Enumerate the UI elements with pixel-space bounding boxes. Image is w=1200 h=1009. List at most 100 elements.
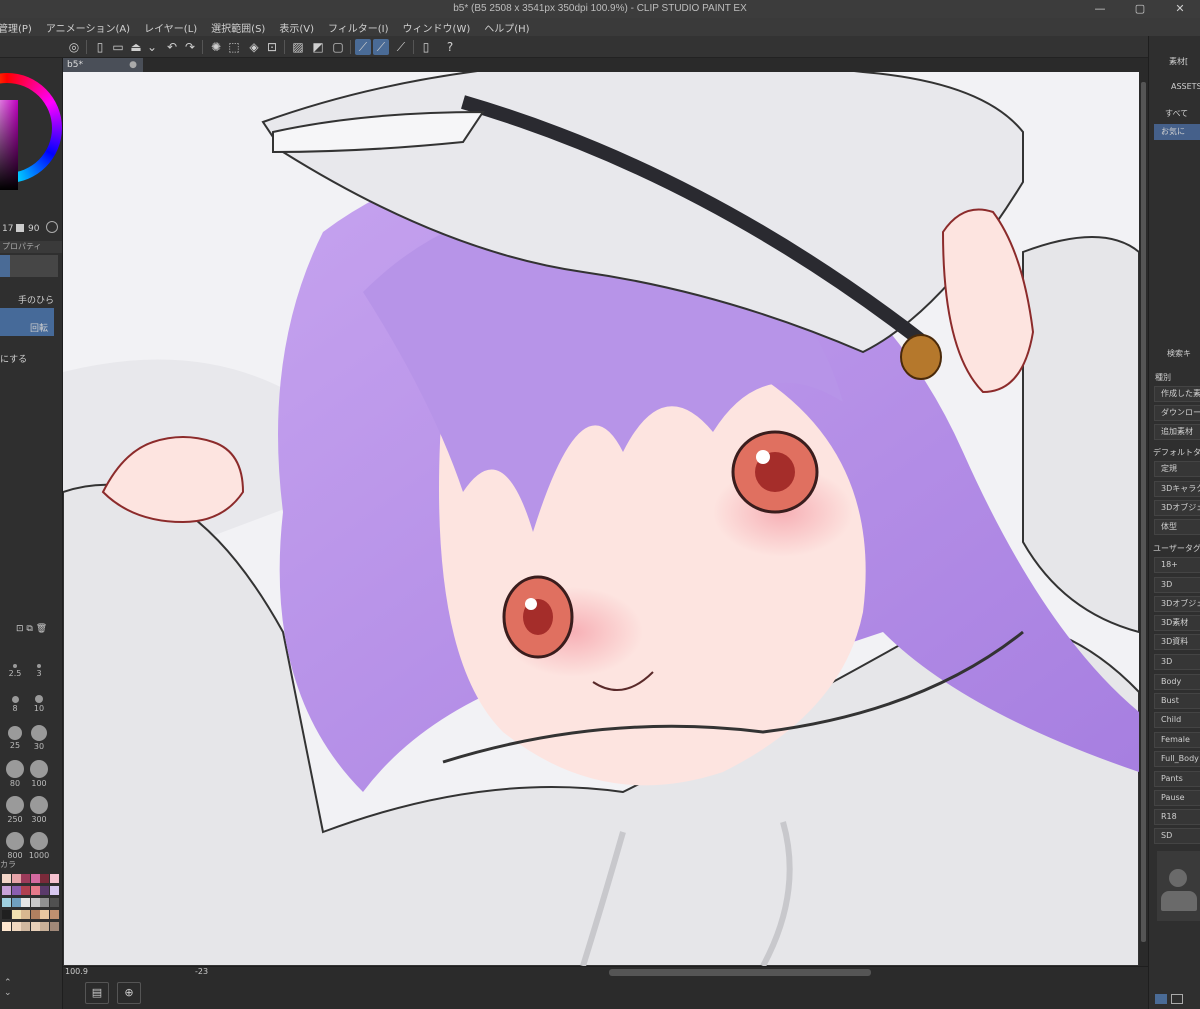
color-swatch[interactable] — [21, 874, 30, 883]
grid-icon[interactable]: ▨ — [290, 39, 306, 55]
snap-grid-icon[interactable]: ⟋ — [393, 39, 409, 55]
zoom-level[interactable]: 100.9 — [65, 967, 88, 976]
color-swatch[interactable] — [30, 886, 40, 895]
user-tag[interactable]: 3Dオブジェク — [1154, 596, 1200, 612]
favorites-item[interactable]: お気に — [1154, 124, 1200, 140]
default-tag[interactable]: 体型 — [1154, 519, 1200, 535]
default-tag[interactable]: 3Dオブジェク — [1154, 500, 1200, 516]
color-swatch[interactable] — [30, 922, 40, 931]
user-tag[interactable]: Pants — [1154, 771, 1200, 787]
color-swatch[interactable] — [11, 886, 21, 895]
brush-size-1000[interactable]: 1000 — [24, 832, 54, 862]
rotation-angle[interactable]: -23 — [195, 967, 208, 976]
chevron-down-icon[interactable]: ⌄ — [144, 39, 160, 55]
color-swatch[interactable] — [21, 886, 30, 895]
all-materials-item[interactable]: すべて — [1165, 108, 1188, 119]
user-tag[interactable]: Bust — [1154, 693, 1200, 709]
open-folder-icon[interactable]: ▭ — [110, 39, 126, 55]
color-swatch[interactable] — [11, 910, 21, 919]
default-tag[interactable]: 定規 — [1154, 461, 1200, 477]
menu-view[interactable]: 表示(V) — [279, 20, 314, 35]
type-item[interactable]: ダウンロード — [1154, 405, 1200, 421]
user-tag[interactable]: R18 — [1154, 809, 1200, 825]
color-swatch[interactable] — [40, 874, 49, 883]
new-file-icon[interactable]: ▯ — [92, 39, 108, 55]
frame-icon[interactable]: ▢ — [330, 39, 346, 55]
minimize-button[interactable]: — — [1080, 0, 1120, 18]
color-swatch[interactable] — [11, 922, 21, 931]
color-swatch[interactable] — [40, 886, 49, 895]
user-tag[interactable]: 3D資料 — [1154, 634, 1200, 650]
brush-size-100[interactable]: 100 — [24, 760, 54, 790]
menu-manage[interactable]: 管理(P) — [0, 20, 32, 35]
color-swatch[interactable] — [21, 898, 30, 907]
maximize-button[interactable]: ▢ — [1120, 0, 1160, 18]
horizontal-scroll-thumb[interactable] — [609, 969, 871, 976]
gradient-icon[interactable]: ◩ — [310, 39, 326, 55]
user-tag[interactable]: Body — [1154, 674, 1200, 690]
color-saturation-square[interactable] — [0, 100, 18, 190]
snap-special-ruler-icon[interactable]: ⟋ — [373, 39, 389, 55]
brush-size-300[interactable]: 300 — [24, 796, 54, 826]
user-tag[interactable]: Child — [1154, 712, 1200, 728]
color-settings-icon[interactable] — [46, 221, 58, 233]
menu-animation[interactable]: アニメーション(A) — [46, 20, 130, 35]
color-swatch[interactable] — [30, 910, 40, 919]
color-swatch[interactable] — [2, 874, 11, 883]
property-slider[interactable] — [0, 255, 58, 277]
menu-filter[interactable]: フィルター(I) — [328, 20, 389, 35]
vertical-scroll-thumb[interactable] — [1141, 82, 1146, 942]
menu-help[interactable]: ヘルプ(H) — [484, 20, 529, 35]
close-button[interactable]: ✕ — [1160, 0, 1200, 18]
user-tag[interactable]: Full_Body — [1154, 751, 1200, 767]
material-panel-tab[interactable]: 素材[ — [1169, 56, 1188, 67]
color-swatch[interactable] — [11, 898, 21, 907]
color-swatch[interactable] — [11, 874, 21, 883]
brush-size-3[interactable]: 3 — [24, 654, 54, 684]
color-swatch[interactable] — [2, 886, 11, 895]
clear-selection-icon[interactable]: ⬚ — [226, 39, 242, 55]
color-swatch[interactable] — [49, 910, 59, 919]
smartphone-icon[interactable]: ▯ — [418, 39, 434, 55]
color-swatch[interactable] — [40, 910, 49, 919]
color-set-tab[interactable]: カラ — [0, 859, 16, 870]
user-tag[interactable]: Pause — [1154, 790, 1200, 806]
user-tag[interactable]: 18+ — [1154, 557, 1200, 573]
view-mode-icon[interactable] — [1155, 994, 1167, 1004]
loading-icon[interactable]: ✺ — [208, 39, 224, 55]
brush-size-30[interactable]: 30 — [24, 724, 54, 754]
undo-icon[interactable]: ↶ — [164, 39, 180, 55]
type-item[interactable]: 追加素材 — [1154, 424, 1200, 440]
tool-property-tab[interactable]: プロパティ — [0, 241, 62, 253]
drawing-canvas[interactable] — [63, 72, 1139, 966]
color-swatch[interactable] — [40, 898, 49, 907]
transform-icon[interactable]: ⊡ — [264, 39, 280, 55]
color-swatch[interactable] — [30, 898, 40, 907]
color-swatch[interactable] — [21, 922, 30, 931]
menu-window[interactable]: ウィンドウ(W) — [403, 20, 471, 35]
user-tag[interactable]: 3D素材 — [1154, 615, 1200, 631]
menu-layer[interactable]: レイヤー(L) — [144, 20, 197, 35]
color-swatch[interactable] — [49, 922, 59, 931]
menu-selection[interactable]: 選択範囲(S) — [211, 20, 265, 35]
color-swatch[interactable] — [49, 898, 59, 907]
snap-ruler-icon[interactable]: ⟋ — [355, 39, 371, 55]
color-mode-icon[interactable] — [16, 224, 24, 232]
type-item[interactable]: 作成した素 — [1154, 386, 1200, 402]
help-icon[interactable]: ? — [442, 39, 458, 55]
color-swatch[interactable] — [2, 922, 11, 931]
color-swatch[interactable] — [2, 910, 11, 919]
save-icon[interactable]: ⏏ — [128, 39, 144, 55]
color-swatch[interactable] — [21, 910, 30, 919]
clip-studio-icon[interactable]: ◎ — [66, 39, 82, 55]
brush-size-10[interactable]: 10 — [24, 688, 54, 718]
layer-panel-icon[interactable]: ▤ — [85, 982, 109, 1004]
fill-icon[interactable]: ◈ — [246, 39, 262, 55]
user-tag[interactable]: SD — [1154, 828, 1200, 844]
user-tag[interactable]: 3D — [1154, 654, 1200, 670]
search-keyword-field[interactable]: 検索キ — [1167, 348, 1191, 359]
vertical-scrollbar[interactable] — [1139, 72, 1148, 966]
user-tag[interactable]: 3D — [1154, 577, 1200, 593]
scroll-arrows-icon[interactable]: ⌃ ⌄ — [4, 978, 12, 998]
color-swatch[interactable] — [40, 922, 49, 931]
